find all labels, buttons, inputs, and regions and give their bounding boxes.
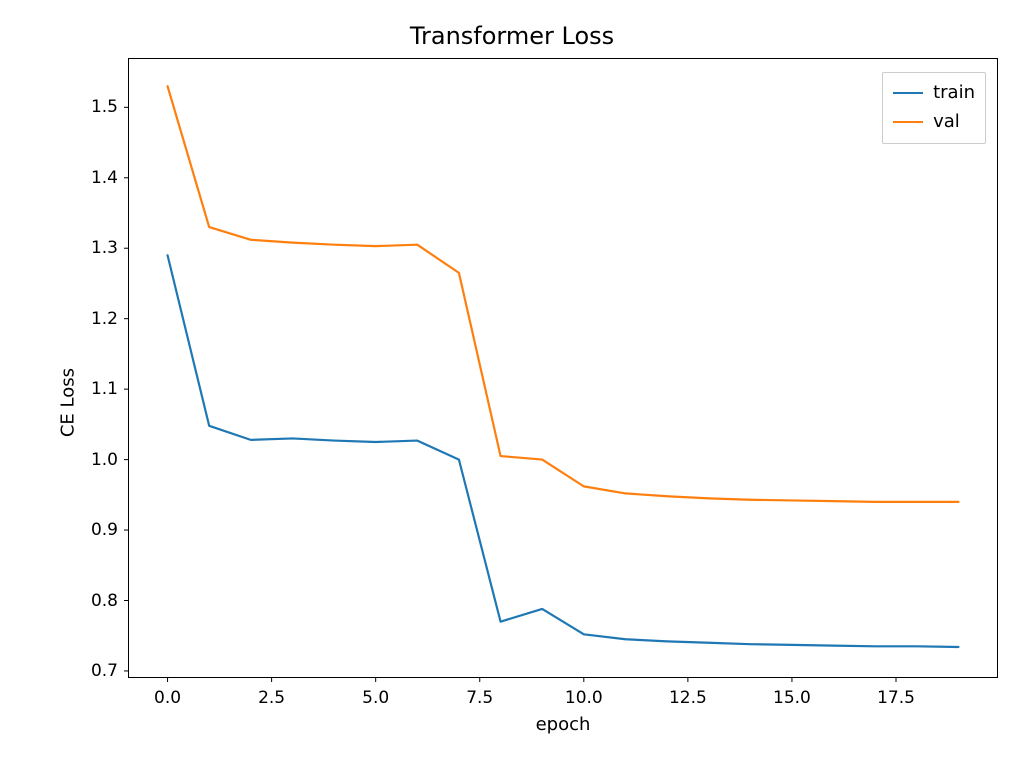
x-tick-label: 10.0 [565, 688, 603, 708]
y-axis-label: CE Loss [58, 368, 79, 437]
series-train [168, 255, 959, 647]
legend-swatch [893, 121, 923, 123]
y-tick-label: 1.4 [91, 168, 118, 188]
y-tick-label: 0.9 [91, 520, 118, 540]
y-tick-label: 1.0 [91, 450, 118, 470]
legend-swatch [893, 92, 923, 94]
y-tick-label: 1.2 [91, 309, 118, 329]
figure: Transformer Loss epoch CE Loss 0.02.55.0… [0, 0, 1024, 763]
x-tick-label: 2.5 [258, 688, 285, 708]
y-tick-label: 1.5 [91, 97, 118, 117]
x-axis-label: epoch [536, 714, 591, 735]
y-tick-label: 1.3 [91, 238, 118, 258]
y-tick-label: 0.7 [91, 661, 118, 681]
plot-axes: epoch CE Loss 0.02.55.07.510.012.515.017… [128, 58, 998, 678]
legend-label: val [933, 108, 960, 137]
legend-label: train [933, 79, 975, 108]
x-tick-label: 15.0 [773, 688, 811, 708]
plot-svg [128, 58, 998, 678]
x-tick-label: 7.5 [466, 688, 493, 708]
axes-frame [129, 59, 998, 678]
legend: trainval [882, 72, 986, 144]
x-tick-label: 17.5 [877, 688, 915, 708]
x-tick-label: 12.5 [669, 688, 707, 708]
legend-entry-val: val [893, 108, 975, 137]
y-tick-label: 1.1 [91, 379, 118, 399]
x-tick-label: 0.0 [154, 688, 181, 708]
y-tick-label: 0.8 [91, 591, 118, 611]
x-tick-label: 5.0 [362, 688, 389, 708]
legend-entry-train: train [893, 79, 975, 108]
chart-title: Transformer Loss [0, 22, 1024, 50]
